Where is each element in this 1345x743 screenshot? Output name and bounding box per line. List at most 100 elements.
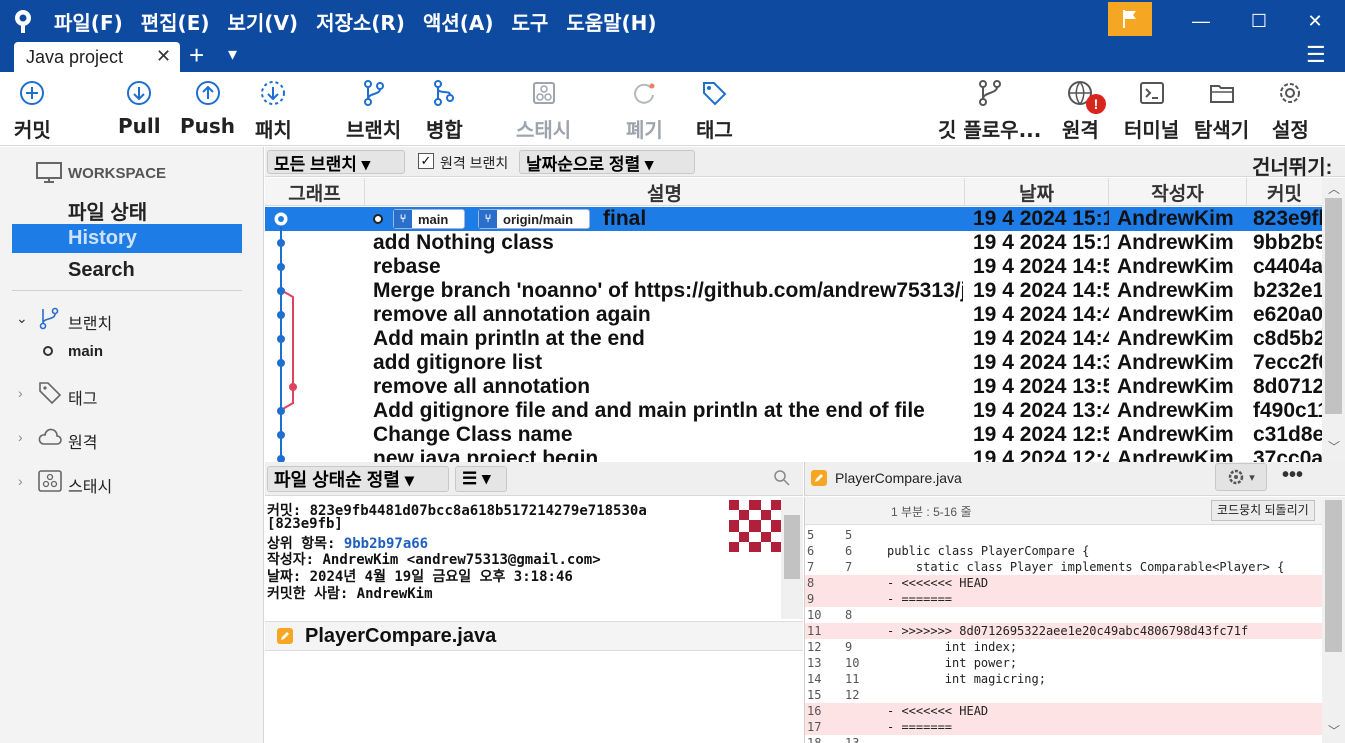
branch-label: 브랜치 <box>346 118 402 142</box>
push-button[interactable]: Push <box>180 78 235 138</box>
diff-line-text: static class Player implements Comparabl… <box>887 560 1285 574</box>
view-mode-dropdown[interactable]: ☰ ▾ <box>455 466 507 492</box>
close-tab-icon[interactable]: ✕ <box>156 46 171 67</box>
column-description[interactable]: 설명 <box>365 178 965 206</box>
hamburger-menu-icon[interactable]: ☰ <box>1306 42 1326 68</box>
diff-line-number: 16 <box>807 704 822 718</box>
menu-tools[interactable]: 도구 <box>512 7 549 36</box>
fetch-button[interactable]: 패치 <box>255 78 292 143</box>
gitflow-icon <box>978 80 1001 106</box>
commit-author: AndrewKim <box>1117 327 1234 350</box>
scroll-up-icon[interactable]: ︿ <box>1328 180 1340 197</box>
committer-line: 커밋한 사람: AndrewKim <box>267 586 433 602</box>
stash-icon <box>532 82 555 104</box>
search-icon[interactable] <box>773 469 791 492</box>
commit-row[interactable]: Merge branch 'noanno' of https://github.… <box>265 279 1322 303</box>
ref-badge-main[interactable]: ⑂ main <box>393 209 465 229</box>
settings-button[interactable]: 설정 <box>1272 78 1309 143</box>
menu-file[interactable]: 파일(F) <box>54 7 123 36</box>
detail-scroll-thumb[interactable] <box>784 515 800 579</box>
scroll-down-icon[interactable]: ﹀ <box>1328 438 1340 455</box>
menu-bar: 파일(F) 편집(E) 보기(V) 저장소(R) 액션(A) 도구 도움말(H) <box>54 0 675 42</box>
explorer-button[interactable]: 탐색기 <box>1194 78 1249 143</box>
hunk-header: 1 부분 : 5-16 줄 코드뭉치 되돌리기 <box>805 497 1322 525</box>
revert-hunk-button[interactable]: 코드뭉치 되돌리기 <box>1211 500 1315 521</box>
commit-hash: 8d07126 <box>1253 375 1322 398</box>
diff-line: 6 6 public class PlayerCompare { <box>805 543 1322 559</box>
diff-line-text: int magicring; <box>887 672 1046 686</box>
sort-dropdown[interactable]: 날짜순으로 정렬 ▾ <box>519 150 695 174</box>
gitflow-button[interactable]: 깃 플로우... <box>938 78 1041 143</box>
discard-button[interactable]: 폐기 <box>626 78 663 143</box>
commit-row[interactable]: add Nothing class 19 4 2024 15:10 AndrewKi… <box>265 231 1322 255</box>
minimize-button[interactable]: — <box>1178 0 1224 42</box>
ref-badge-origin-main[interactable]: ⑂ origin/main <box>478 209 590 229</box>
gitflow-label: 깃 플로우... <box>938 118 1042 142</box>
tab-dropdown-icon[interactable]: ▾ <box>228 44 237 65</box>
commit-row[interactable]: Change Class name 19 4 2024 12:52 AndrewKi… <box>265 423 1322 447</box>
scroll-down-icon[interactable]: ﹀ <box>1328 722 1340 739</box>
branch-filter-dropdown[interactable]: 모든 브랜치 ▾ <box>267 150 405 174</box>
remote-branch-checkbox[interactable]: ✓ <box>418 153 434 169</box>
tag-button[interactable]: 태그 <box>696 78 733 143</box>
view-mode-label: ☰ ▾ <box>462 469 491 488</box>
diff-line-number: 10 <box>807 608 822 622</box>
diff-options-button[interactable]: ▾ <box>1215 463 1267 491</box>
terminal-button[interactable]: 터미널 <box>1124 78 1179 143</box>
diff-line-removed: 16 - <<<<<<< HEAD <box>805 703 1322 719</box>
add-tab-button[interactable]: + <box>189 40 204 71</box>
arrow-up-circle-icon <box>195 81 220 105</box>
diff-line-number: 7 <box>845 560 853 574</box>
menu-repository[interactable]: 저장소(R) <box>316 7 405 36</box>
commit-row[interactable]: rebase 19 4 2024 14:58 AndrewKim c4404aa <box>265 255 1322 279</box>
flag-button[interactable] <box>1108 2 1152 36</box>
detail-scrollbar[interactable] <box>781 497 803 619</box>
commit-detail: 커밋: 823e9fb4481d07bcc8a618b517214279e718… <box>265 497 803 619</box>
commit-row[interactable]: new java project begin 19 4 2024 12:40 And… <box>265 447 1322 462</box>
arrow-down-circle-icon <box>127 81 152 105</box>
diff-scroll-thumb[interactable] <box>1325 500 1342 652</box>
commit-row[interactable]: Add gitignore file and and main println … <box>265 399 1322 423</box>
commit-row[interactable]: Add main println at the end 19 4 2024 14:… <box>265 327 1322 351</box>
column-author[interactable]: 작성자 <box>1109 178 1247 206</box>
diff-line: 55 <box>805 527 1322 543</box>
column-graph[interactable]: 그래프 <box>265 178 365 206</box>
branch-button[interactable]: 브랜치 <box>346 78 401 143</box>
diff-line-text: - <<<<<<< HEAD <box>887 576 989 590</box>
diff-line-number: 18 <box>807 736 822 743</box>
more-options-icon[interactable]: ••• <box>1282 464 1303 487</box>
menu-edit[interactable]: 편집(E) <box>141 7 210 36</box>
merge-button[interactable]: 병합 <box>426 78 463 143</box>
column-commit[interactable]: 커밋 <box>1247 178 1322 206</box>
commit-msg: add Nothing class <box>373 231 554 254</box>
stash-button[interactable]: 스태시 <box>516 78 571 143</box>
commit-author: AndrewKim <box>1117 207 1234 230</box>
menu-help[interactable]: 도움말(H) <box>566 7 656 36</box>
diff-line-number: 12 <box>807 640 822 654</box>
menu-view[interactable]: 보기(V) <box>228 7 299 36</box>
changed-file-row[interactable]: PlayerCompare.java <box>265 621 803 651</box>
close-window-button[interactable]: ✕ <box>1292 0 1338 42</box>
commit-date: 19 4 2024 15:18 <box>973 207 1109 230</box>
commit-author: AndrewKim <box>1117 423 1234 446</box>
commit-row-selected[interactable]: final19 4 2024 15:18AndrewKim823e9fb⑂mai… <box>265 207 1322 231</box>
diff-line-number: 15 <box>807 688 822 702</box>
diff-file-icon <box>811 470 827 486</box>
maximize-button[interactable]: ☐ <box>1236 0 1282 42</box>
menu-actions[interactable]: 액션(A) <box>423 7 494 36</box>
commit-row[interactable]: remove all annotation again 19 4 2024 14:… <box>265 303 1322 327</box>
pull-button[interactable]: Pull <box>118 78 161 138</box>
chevron-right-icon[interactable]: › <box>18 473 23 489</box>
diff-line-number: 13 <box>845 736 860 743</box>
column-date[interactable]: 날짜 <box>965 178 1109 206</box>
commit-row[interactable]: add gitignore list 19 4 2024 14:31 AndrewK… <box>265 351 1322 375</box>
file-sort-dropdown[interactable]: 파일 상태순 정렬 ▾ <box>267 466 449 492</box>
history-scroll-thumb[interactable] <box>1325 198 1342 414</box>
commit-row[interactable]: remove all annotation 19 4 2024 13:55 Andr… <box>265 375 1322 399</box>
remote-warning-icon: ! <box>1086 94 1106 114</box>
diff-line: 15 12 <box>805 687 1322 703</box>
commit-date: 19 4 2024 14:47 <box>973 303 1109 326</box>
sidebar-stashes[interactable]: 스태시 <box>68 473 112 497</box>
commit-button[interactable]: 커밋 <box>14 78 51 143</box>
diff-line-number: 11 <box>807 624 822 638</box>
